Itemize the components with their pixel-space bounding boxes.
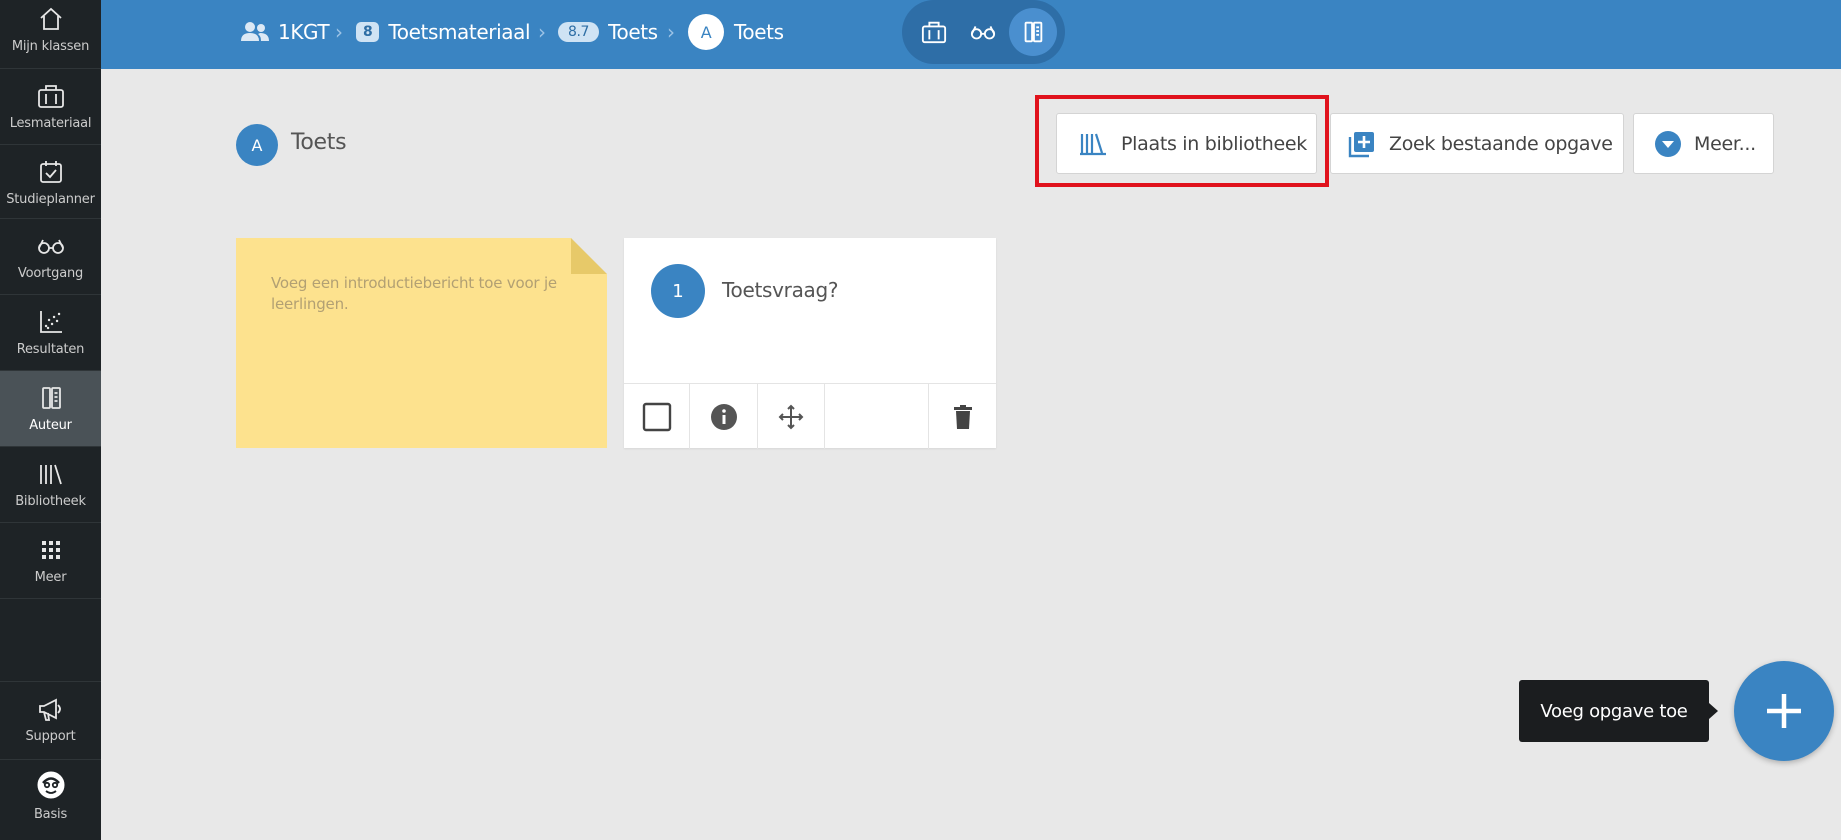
breadcrumb-badge: A xyxy=(688,14,724,50)
sidebar-item-studieplanner[interactable]: Studieplanner xyxy=(0,145,101,219)
plus-icon xyxy=(1764,691,1804,731)
top-bar: 1KGT › 8 Toetsmateriaal › 8.7 Toets › A … xyxy=(101,0,1841,69)
author-icon xyxy=(1020,19,1046,45)
chevron-down-circle-icon xyxy=(1654,130,1694,158)
view-auteur-button[interactable] xyxy=(1009,8,1057,56)
view-voortgang-button[interactable] xyxy=(959,8,1007,56)
users-icon xyxy=(240,21,270,43)
chevron-right-icon: › xyxy=(667,20,675,44)
question-toolbar xyxy=(624,383,996,449)
note-fold xyxy=(571,238,607,274)
select-checkbox[interactable] xyxy=(624,384,690,449)
breadcrumb-label: 1KGT xyxy=(278,20,330,44)
sidebar-item-label: Support xyxy=(25,729,76,744)
sidebar-item-auteur[interactable]: Auteur xyxy=(0,371,101,447)
toolbar-spacer xyxy=(825,384,929,449)
scatter-chart-icon xyxy=(37,307,65,337)
breadcrumb-item[interactable]: A Toets xyxy=(688,0,784,64)
glasses-icon xyxy=(35,231,67,261)
button-label: Plaats in bibliotheek xyxy=(1121,132,1307,155)
sidebar-item-support[interactable]: Support xyxy=(0,681,101,760)
briefcase-icon xyxy=(36,81,66,111)
breadcrumb-material[interactable]: 8 Toetsmateriaal xyxy=(356,0,531,64)
library-icon xyxy=(36,459,66,489)
sidebar-item-label: Mijn klassen xyxy=(11,39,90,54)
breadcrumb-section[interactable]: 8.7 Toets xyxy=(558,0,658,64)
glasses-icon xyxy=(968,19,998,45)
sidebar-item-mijn-klassen[interactable]: Mijn klassen xyxy=(0,0,101,69)
sidebar: Mijn klassen Lesmateriaal Studieplanner … xyxy=(0,0,101,840)
question-number: 1 xyxy=(651,264,705,318)
page-title: Toets xyxy=(291,130,347,155)
library-icon xyxy=(1077,131,1121,157)
sidebar-item-label: Studieplanner xyxy=(6,192,95,207)
sidebar-item-label: Auteur xyxy=(29,418,72,433)
question-info-button[interactable] xyxy=(690,384,758,449)
grid-icon xyxy=(38,535,64,565)
chevron-right-icon: › xyxy=(538,20,546,44)
info-icon xyxy=(710,403,738,431)
intro-note[interactable]: Voeg een introductiebericht toe voor je … xyxy=(236,238,607,448)
sidebar-item-lesmateriaal[interactable]: Lesmateriaal xyxy=(0,69,101,145)
sidebar-item-label: Basis xyxy=(33,807,68,822)
tooltip-arrow xyxy=(1709,703,1718,719)
breadcrumb-label: Toets xyxy=(608,20,658,44)
question-text: Toetsvraag? xyxy=(722,278,839,302)
author-icon xyxy=(37,383,65,413)
breadcrumb-class[interactable]: 1KGT xyxy=(240,0,330,64)
checkbox-icon xyxy=(642,402,672,432)
find-existing-question-button[interactable]: Zoek bestaande opgave xyxy=(1330,113,1624,174)
breadcrumb-badge: 8 xyxy=(356,22,380,42)
sidebar-item-basis[interactable]: Basis xyxy=(0,760,101,840)
view-lesmateriaal-button[interactable] xyxy=(910,8,958,56)
sidebar-item-voortgang[interactable]: Voortgang xyxy=(0,219,101,295)
breadcrumb-label: Toets xyxy=(734,20,784,44)
add-question-tooltip: Voeg opgave toe xyxy=(1519,680,1709,742)
sidebar-item-label: Meer xyxy=(34,570,67,585)
view-switch xyxy=(902,0,1065,64)
add-question-button[interactable] xyxy=(1734,661,1834,761)
home-icon xyxy=(37,4,65,34)
add-library-icon xyxy=(1347,129,1389,159)
breadcrumb-label: Toetsmateriaal xyxy=(388,20,531,44)
megaphone-icon xyxy=(36,694,66,724)
breadcrumb-badge: 8.7 xyxy=(558,22,600,42)
sidebar-item-bibliotheek[interactable]: Bibliotheek xyxy=(0,447,101,523)
briefcase-icon xyxy=(920,19,948,45)
sidebar-item-label: Resultaten xyxy=(16,342,85,357)
sidebar-item-resultaten[interactable]: Resultaten xyxy=(0,295,101,371)
button-label: Meer... xyxy=(1694,132,1756,155)
sidebar-item-label: Bibliotheek xyxy=(15,494,86,509)
avatar-icon xyxy=(35,768,67,802)
question-card[interactable]: 1 Toetsvraag? xyxy=(624,238,996,449)
move-icon xyxy=(778,404,804,430)
intro-note-placeholder: Voeg een introductiebericht toe voor je … xyxy=(271,274,557,313)
sidebar-item-meer[interactable]: Meer xyxy=(0,523,101,599)
button-label: Zoek bestaande opgave xyxy=(1389,132,1613,155)
more-dropdown-button[interactable]: Meer... xyxy=(1633,113,1774,174)
sidebar-item-label: Voortgang xyxy=(17,266,84,281)
trash-icon xyxy=(952,404,974,430)
delete-question-button[interactable] xyxy=(929,384,996,449)
sidebar-item-label: Lesmateriaal xyxy=(9,116,92,131)
title-badge: A xyxy=(236,124,278,166)
place-in-library-button[interactable]: Plaats in bibliotheek xyxy=(1056,113,1317,174)
chevron-right-icon: › xyxy=(335,20,343,44)
move-question-handle[interactable] xyxy=(758,384,825,449)
calendar-check-icon xyxy=(37,157,65,187)
